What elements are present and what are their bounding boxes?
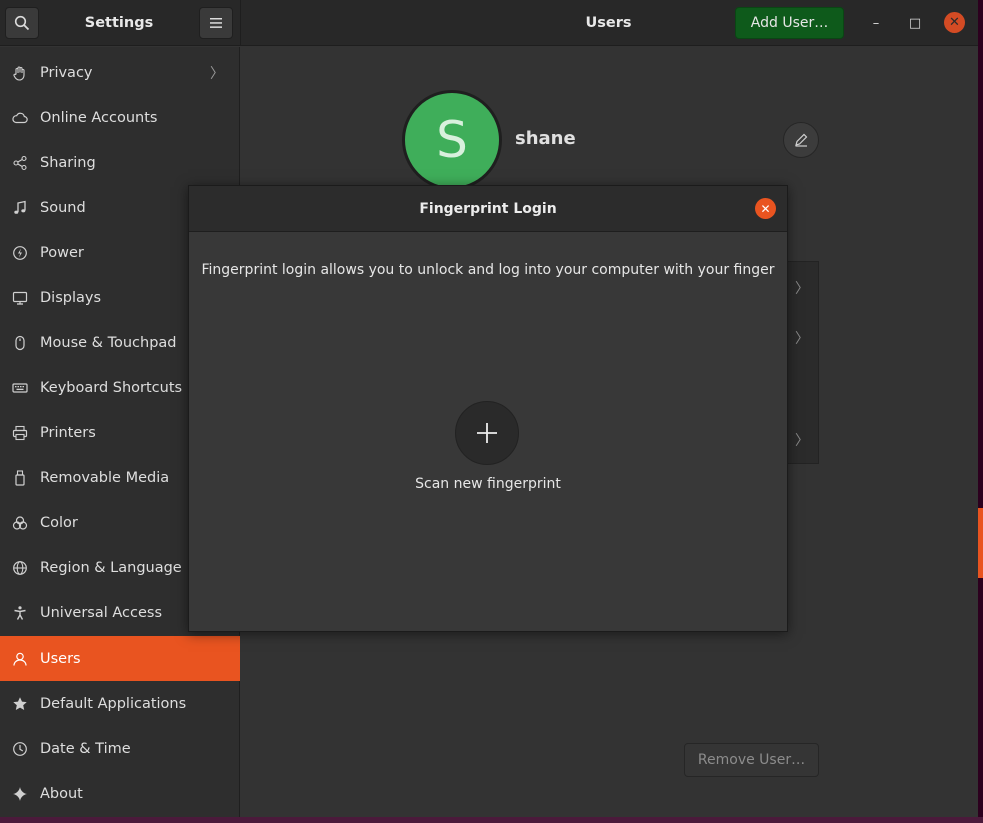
sidebar-item-privacy[interactable]: Privacy 〉 — [0, 50, 240, 95]
sparkle-icon — [10, 784, 30, 804]
star-icon — [10, 694, 30, 714]
chevron-right-icon[interactable]: 〉 — [795, 430, 809, 450]
search-icon — [14, 15, 30, 31]
scan-fingerprint-button[interactable] — [455, 401, 519, 465]
cloud-icon — [10, 108, 30, 128]
sidebar-item-label: Default Applications — [40, 695, 187, 712]
sidebar-item-label: About — [40, 785, 83, 802]
sidebar-item-label: Online Accounts — [40, 109, 158, 126]
sidebar-item-about[interactable]: About — [0, 771, 240, 816]
pencil-icon — [795, 133, 808, 147]
sidebar-item-label: Keyboard Shortcuts — [40, 379, 183, 396]
power-icon — [10, 243, 30, 263]
search-button[interactable] — [5, 7, 39, 39]
window-close-button[interactable]: ✕ — [944, 12, 965, 33]
remove-user-button[interactable]: Remove User… — [684, 743, 819, 777]
keyboard-icon — [10, 378, 30, 398]
edit-name-button[interactable] — [783, 122, 819, 158]
account-settings-list: 〉 〉 〉 — [786, 261, 819, 464]
desktop-edge-bottom — [0, 817, 983, 823]
sidebar-item-label: Universal Access — [40, 604, 163, 621]
minimize-button[interactable]: – — [865, 12, 887, 34]
settings-window: Settings Users Add User… – □ ✕ Privacy 〉… — [0, 0, 978, 817]
sidebar-item-label: Displays — [40, 289, 102, 306]
color-icon — [10, 513, 30, 533]
printer-icon — [10, 423, 30, 443]
maximize-button[interactable]: □ — [904, 12, 926, 34]
chevron-right-icon[interactable]: 〉 — [795, 328, 809, 348]
sidebar-item-label: Sharing — [40, 154, 96, 171]
sidebar-item-label: Date & Time — [40, 740, 131, 757]
hand-icon — [10, 63, 30, 83]
add-user-button[interactable]: Add User… — [735, 7, 844, 39]
desktop-accent — [978, 508, 983, 578]
scan-fingerprint-label: Scan new fingerprint — [415, 476, 561, 492]
sidebar-item-online-accounts[interactable]: Online Accounts — [0, 95, 240, 140]
dialog-close-button[interactable]: ✕ — [755, 198, 776, 219]
sidebar-item-label: Users — [40, 650, 81, 667]
sidebar-item-label: Power — [40, 244, 84, 261]
clock-icon — [10, 739, 30, 759]
sidebar-item-label: Mouse & Touchpad — [40, 334, 177, 351]
sidebar-item-label: Removable Media — [40, 469, 170, 486]
dialog-header: Fingerprint Login ✕ — [189, 186, 787, 232]
dialog-description: Fingerprint login allows you to unlock a… — [201, 262, 775, 278]
sidebar-item-label: Privacy — [40, 64, 93, 81]
avatar[interactable]: S — [402, 90, 502, 190]
sidebar-item-label: Region & Language — [40, 559, 182, 576]
accessibility-icon — [10, 603, 30, 623]
sidebar-item-label: Printers — [40, 424, 96, 441]
dialog-title: Fingerprint Login — [419, 201, 557, 217]
usb-drive-icon — [10, 468, 30, 488]
sidebar-item-date-time[interactable]: Date & Time — [0, 726, 240, 771]
sidebar-item-users[interactable]: Users — [0, 636, 240, 681]
sidebar-item-label: Color — [40, 514, 78, 531]
globe-icon — [10, 558, 30, 578]
header-bar: Settings Users Add User… – □ ✕ — [0, 0, 978, 46]
plus-icon — [477, 423, 497, 443]
chevron-right-icon[interactable]: 〉 — [795, 278, 809, 298]
display-icon — [10, 288, 30, 308]
mouse-icon — [10, 333, 30, 353]
menu-button[interactable] — [199, 7, 233, 39]
sidebar-item-sharing[interactable]: Sharing — [0, 140, 240, 185]
hamburger-icon — [210, 18, 222, 28]
sidebar-title: Settings — [84, 15, 154, 31]
sidebar-item-default-applications[interactable]: Default Applications — [0, 681, 240, 726]
user-icon — [10, 649, 30, 669]
sidebar-item-label: Sound — [40, 199, 86, 216]
share-icon — [10, 153, 30, 173]
chevron-right-icon: 〉 — [210, 65, 224, 82]
desktop-edge — [978, 0, 983, 823]
username-label: shane — [515, 128, 576, 149]
fingerprint-login-dialog: Fingerprint Login ✕ Fingerprint login al… — [188, 185, 788, 632]
music-note-icon — [10, 198, 30, 218]
